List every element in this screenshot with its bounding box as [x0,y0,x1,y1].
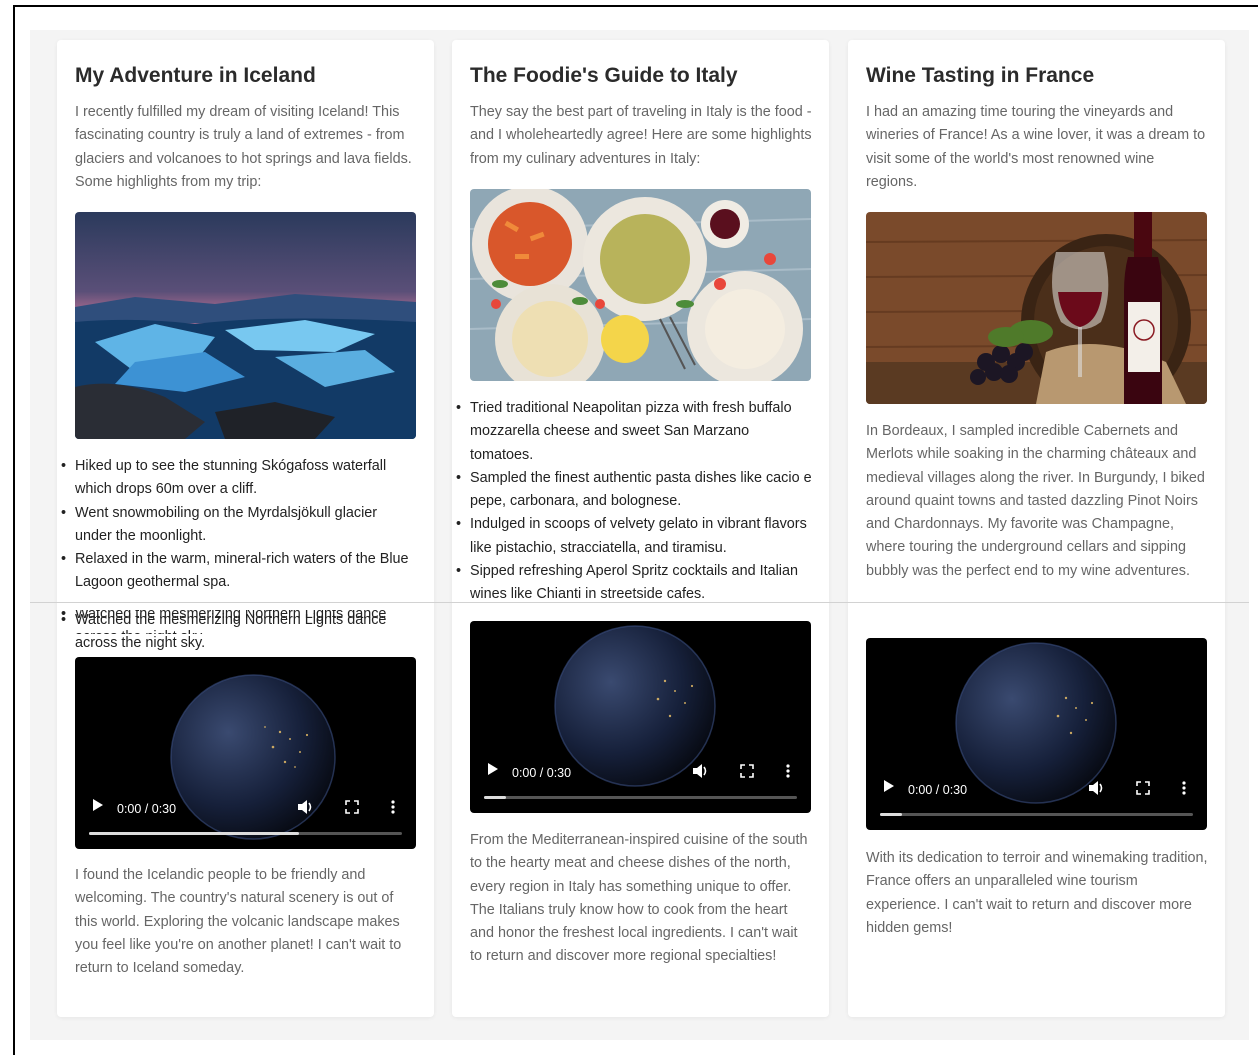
video-player[interactable]: 0:00 / 0:30 [75,657,416,849]
post-intro: They say the best part of traveling in I… [470,104,812,167]
post-card-italy: The Foodie's Guide to Italy They say the… [452,40,829,1017]
video-progress-bar[interactable] [484,796,797,799]
highlights-list: Tried traditional Neapolitan pizza with … [456,397,812,607]
video-player[interactable]: 0:00 / 0:30 [866,638,1207,830]
video-controls: 0:00 / 0:30 [470,753,811,813]
post-outro: I found the Icelandic people to be frien… [75,867,402,977]
video-controls: 0:00 / 0:30 [75,789,416,849]
post-body: In Bordeaux, I sampled incredible Cabern… [866,423,1205,579]
list-item: Indulged in scoops of velvety gelato in … [456,513,812,560]
post-card-iceland: My Adventure in Iceland I recently fulfi… [57,40,434,1017]
video-progress-bar[interactable] [880,813,1193,816]
post-card-france: Wine Tasting in France I had an amazing … [848,40,1225,1017]
glacier-lagoon-image [75,212,416,439]
more-options-icon[interactable] [391,800,395,814]
fullscreen-icon[interactable] [740,764,754,778]
wine-bottle-image [866,212,1207,404]
list-item: Tried traditional Neapolitan pizza with … [456,397,812,467]
list-item: Relaxed in the warm, mineral-rich waters… [61,548,417,595]
post-title: The Foodie's Guide to Italy [470,64,738,87]
list-item: Hiked up to see the stunning Skógafoss w… [61,455,417,502]
video-time: 0:00 / 0:30 [117,802,177,816]
list-item: Sampled the finest authentic pasta dishe… [456,467,812,514]
post-intro: I had an amazing time touring the vineya… [866,104,1206,190]
highlights-list-continued: Watched the mesmerizing Northern Lights … [61,609,417,656]
post-title: Wine Tasting in France [866,64,1095,87]
volume-icon[interactable] [692,763,710,779]
video-player[interactable]: 0:00 / 0:30 [470,621,811,813]
post-outro: From the Mediterranean-inspired cuisine … [470,832,808,965]
video-progress-bar[interactable] [89,832,402,835]
play-icon[interactable] [93,799,103,811]
volume-icon[interactable] [1088,780,1106,796]
post-outro: With its dedication to terroir and winem… [866,850,1208,936]
list-item: Watched the mesmerizing Northern Lights … [61,609,417,656]
highlights-list: Hiked up to see the stunning Skógafoss w… [61,455,417,595]
more-options-icon[interactable] [1182,781,1186,795]
play-icon[interactable] [884,780,894,792]
more-options-icon[interactable] [786,764,790,778]
post-title: My Adventure in Iceland [75,64,316,87]
fullscreen-icon[interactable] [345,800,359,814]
video-time: 0:00 / 0:30 [512,766,572,780]
italian-food-image [470,189,811,381]
video-controls: 0:00 / 0:30 [866,770,1207,830]
scroll-seam-divider [30,602,1249,603]
list-item: Sipped refreshing Aperol Spritz cocktail… [456,560,812,607]
list-item: Went snowmobiling on the Myrdalsjökull g… [61,502,417,549]
post-intro: I recently fulfilled my dream of visitin… [75,104,412,190]
volume-icon[interactable] [297,799,315,815]
fullscreen-icon[interactable] [1136,781,1150,795]
play-icon[interactable] [488,763,498,775]
video-time: 0:00 / 0:30 [908,783,968,797]
